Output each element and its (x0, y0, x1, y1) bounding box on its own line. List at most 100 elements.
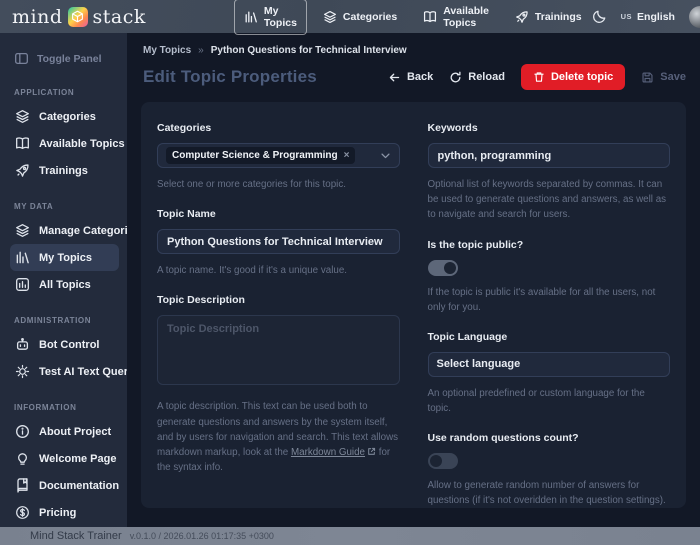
sidebar-item-label: My Topics (39, 251, 92, 264)
logo-word-mind: mind (12, 5, 63, 28)
sidebar-item-documentation[interactable]: Documentation (10, 472, 119, 499)
category-tag: Computer Science & Programming × (166, 147, 356, 164)
sidebar-item-manage-categories[interactable]: Manage Categories (10, 217, 127, 244)
random-count-label: Use random questions count? (427, 432, 579, 445)
robot-icon (15, 337, 30, 352)
topbar-right: US English (592, 5, 700, 28)
main-content: My Topics » Python Questions for Technic… (127, 33, 700, 527)
app-logo[interactable]: mind stack (12, 6, 146, 28)
topbar: mind stack My Topics Categories Availabl… (0, 0, 700, 35)
is-public-toggle[interactable] (427, 259, 458, 276)
sidebar-item-label: Welcome Page (39, 452, 117, 465)
status-bar: Mind Stack Trainer v.0.1.0 / 2026.01.26 … (0, 527, 700, 545)
topbar-nav: My Topics Categories Available Topics Tr… (233, 0, 592, 35)
layers-icon (323, 10, 337, 24)
remove-tag-icon[interactable]: × (344, 150, 350, 161)
logo-word-stack: stack (92, 5, 146, 28)
sidebar: Toggle Panel APPLICATION Categories Avai… (0, 33, 127, 527)
topnav-categories[interactable]: Categories (313, 4, 407, 30)
toggle-knob (429, 455, 442, 468)
sidebar-item-label: About Project (39, 425, 112, 438)
cube-logo-icon (67, 6, 88, 27)
random-count-toggle[interactable] (427, 453, 458, 470)
chevron-down-icon (380, 150, 391, 161)
topic-name-input[interactable] (157, 229, 400, 255)
sidebar-item-about-project[interactable]: About Project (10, 418, 119, 445)
categories-multiselect[interactable]: Computer Science & Programming × (157, 143, 400, 168)
section-information: INFORMATION (14, 403, 77, 412)
book-open-icon (15, 136, 30, 151)
spark-gear-icon (15, 364, 30, 379)
delete-topic-button[interactable]: Delete topic (520, 64, 626, 90)
panel-icon (14, 51, 29, 66)
sidebar-item-label: Documentation (39, 479, 120, 492)
breadcrumb-current: Python Questions for Technical Interview (210, 45, 407, 56)
breadcrumb-separator: » (198, 45, 204, 56)
sidebar-item-my-topics[interactable]: My Topics (10, 244, 119, 271)
keywords-label: Keywords (427, 122, 478, 134)
form-left-column: Categories Computer Science & Programmin… (157, 122, 400, 488)
toggle-panel-button[interactable]: Toggle Panel (10, 47, 119, 80)
form-right-column: Keywords Optional list of keywords separ… (427, 122, 670, 506)
keywords-help: Optional list of keywords separated by c… (427, 179, 667, 221)
breadcrumb-my-topics[interactable]: My Topics (143, 45, 191, 56)
sidebar-item-all-topics[interactable]: All Topics (10, 271, 119, 298)
sidebar-item-label: Pricing (39, 506, 77, 519)
refresh-icon (449, 71, 462, 84)
sidebar-item-available-topics[interactable]: Available Topics (10, 130, 125, 157)
topic-name-label: Topic Name (157, 208, 216, 221)
sidebar-item-label: Categories (39, 110, 96, 123)
sidebar-item-label: Trainings (39, 164, 88, 177)
topic-language-label: Topic Language (427, 330, 508, 343)
layers-icon (15, 223, 30, 238)
categories-label: Categories (157, 122, 212, 134)
chart-bars-icon (15, 250, 30, 265)
user-avatar[interactable] (688, 5, 700, 28)
is-public-label: Is the topic public? (427, 238, 524, 251)
topnav-label: Categories (342, 10, 398, 23)
book-icon (15, 478, 30, 493)
trash-icon (533, 71, 545, 83)
markdown-guide-link[interactable]: Markdown Guide (291, 447, 365, 458)
is-public-help: If the topic is public it's available fo… (427, 286, 656, 313)
topnav-trainings[interactable]: Trainings (505, 4, 592, 30)
section-my-data: MY DATA (14, 202, 54, 211)
sidebar-item-categories[interactable]: Categories (10, 103, 119, 130)
random-count-help: Allow to generate random number of answe… (427, 480, 666, 507)
save-icon (641, 71, 654, 84)
us-flag-icon: US (620, 12, 633, 21)
sidebar-item-label: All Topics (39, 278, 91, 291)
info-icon (15, 424, 30, 439)
topic-language-help: An optional predefined or custom languag… (427, 387, 645, 415)
sidebar-item-label: Bot Control (39, 338, 100, 351)
delete-label: Delete topic (550, 71, 614, 83)
arrow-left-icon (388, 71, 401, 84)
sidebar-item-bot-control[interactable]: Bot Control (10, 331, 119, 358)
header-actions: Back Reload Delete topic Save (388, 64, 686, 90)
sidebar-item-trainings[interactable]: Trainings (10, 157, 119, 184)
dark-mode-moon-icon[interactable] (592, 9, 607, 24)
topnav-my-topics[interactable]: My Topics (233, 0, 307, 35)
page-title: Edit Topic Properties (143, 67, 317, 86)
topic-language-select[interactable]: Select language (427, 351, 670, 377)
language-selector[interactable]: US English (621, 11, 675, 23)
category-tag-label: Computer Science & Programming (172, 150, 338, 161)
sidebar-item-welcome-page[interactable]: Welcome Page (10, 445, 119, 472)
book-open-icon (423, 10, 437, 24)
keywords-input[interactable] (427, 143, 670, 168)
external-link-icon (367, 447, 376, 456)
topic-description-textarea[interactable] (157, 315, 400, 386)
section-administration: ADMINISTRATION (14, 316, 92, 325)
sidebar-item-test-ai-text-query[interactable]: Test AI Text Query (10, 358, 127, 385)
back-button[interactable]: Back (388, 71, 433, 84)
reload-button[interactable]: Reload (449, 71, 505, 84)
back-label: Back (406, 71, 434, 83)
topnav-available-topics[interactable]: Available Topics (413, 0, 499, 35)
rocket-icon (15, 163, 30, 178)
categories-help: Select one or more categories for this t… (157, 179, 346, 190)
language-select-value: Select language (436, 358, 521, 371)
sidebar-item-label: Test AI Text Query (39, 365, 127, 378)
edit-topic-form: Categories Computer Science & Programmin… (141, 102, 686, 508)
save-button[interactable]: Save (641, 71, 686, 84)
sidebar-item-pricing[interactable]: Pricing (10, 499, 119, 526)
